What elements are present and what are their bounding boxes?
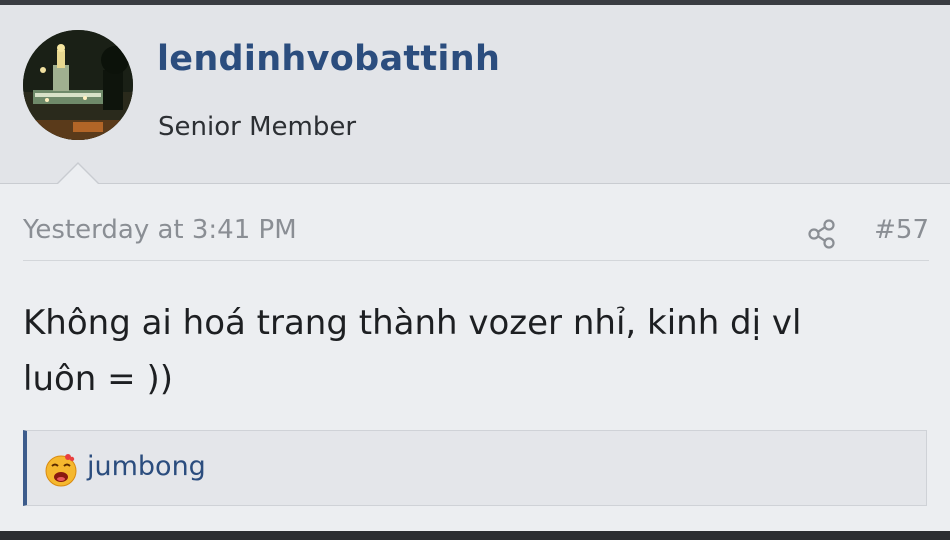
post-container: lendinhvobattinh Senior Member Yesterday…: [0, 5, 950, 531]
reaction-user-link[interactable]: jumbong: [87, 451, 206, 482]
reactions-bar[interactable]: jumbong: [23, 430, 927, 506]
post-meta-row: Yesterday at 3:41 PM #57: [23, 208, 929, 261]
bottom-edge-strip: [0, 531, 950, 540]
avatar-image: [23, 30, 133, 140]
header-caret: [57, 164, 99, 185]
user-title: Senior Member: [158, 112, 357, 142]
post-content-line: luôn = )): [23, 359, 173, 399]
post-content-line: Không ai hoá trang thành vozer nhỉ, kinh…: [23, 303, 802, 343]
post-content: Không ai hoá trang thành vozer nhỉ, kinh…: [23, 295, 923, 407]
avatar[interactable]: [23, 30, 133, 140]
username-link[interactable]: lendinhvobattinh: [157, 39, 500, 79]
haha-emoji-icon: [43, 452, 79, 488]
share-icon[interactable]: [807, 218, 837, 250]
post-timestamp[interactable]: Yesterday at 3:41 PM: [23, 215, 297, 245]
post-number-link[interactable]: #57: [874, 215, 929, 245]
user-header: lendinhvobattinh Senior Member: [0, 5, 950, 184]
